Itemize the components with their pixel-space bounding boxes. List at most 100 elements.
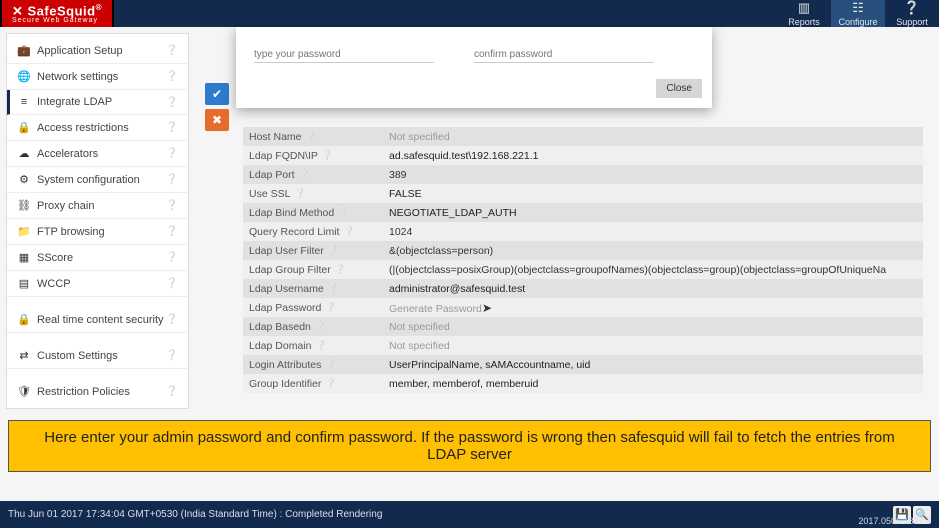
help-icon[interactable]: ❔	[299, 169, 310, 180]
form-row: Ldap Port ❔389	[243, 165, 923, 184]
form-row: Ldap Bind Method ❔NEGOTIATE_LDAP_AUTH	[243, 203, 923, 222]
sidebar-label: Accelerators	[37, 148, 98, 160]
help-icon[interactable]: ❔	[325, 302, 336, 313]
sidebar-icon: ⛓	[17, 199, 31, 212]
help-icon[interactable]: ❔	[166, 122, 178, 133]
close-button[interactable]: Close	[656, 79, 702, 98]
form-value: (|(objectclass=posixGroup)(objectclass=g…	[383, 264, 923, 276]
sidebar-icon: 📁	[17, 225, 31, 238]
bar-chart-icon: ▥	[798, 0, 810, 16]
sidebar-item[interactable]: ▦SScore❔	[7, 245, 188, 271]
sidebar: 💼Application Setup❔ 🌐 Network settings ❔ ≡ In…	[6, 33, 189, 409]
sidebar-label: Integrate LDAP	[37, 96, 112, 108]
brand-badge: ✕ SafeSquid® Secure Web Gateway	[0, 0, 114, 27]
status-text: Thu Jun 01 2017 17:34:04 GMT+0530 (India…	[8, 509, 382, 520]
sidebar-icon: 🔒	[17, 121, 31, 134]
nav-support[interactable]: ❔Support	[885, 0, 939, 27]
form-row: Login Attributes ❔UserPrincipalName, sAM…	[243, 355, 923, 374]
ldap-form: Host Name ❔Not specifiedLdap FQDN\IP ❔ad…	[243, 127, 923, 393]
help-icon[interactable]: ❔	[166, 174, 178, 185]
sidebar-item[interactable]: ⛓Proxy chain❔	[7, 193, 188, 219]
form-label: Query Record Limit ❔	[243, 226, 383, 238]
form-label: Use SSL ❔	[243, 188, 383, 200]
help-icon[interactable]: ❔	[338, 207, 349, 218]
form-value: member, memberof, memberuid	[383, 378, 923, 390]
sidebar-item[interactable]: ≡ Integrate LDAP ❔	[7, 90, 188, 115]
help-icon[interactable]: ❔	[328, 245, 339, 256]
help-icon[interactable]: ❔	[166, 97, 178, 108]
help-icon[interactable]: ❔	[325, 359, 336, 370]
help-icon[interactable]: ❔	[325, 378, 336, 389]
sidebar-label: Custom Settings	[37, 350, 118, 362]
help-icon[interactable]: ❔	[166, 45, 178, 56]
form-row: Host Name ❔Not specified	[243, 127, 923, 146]
help-icon[interactable]: ❔	[166, 252, 178, 263]
cancel-button[interactable]: ✖	[205, 109, 229, 131]
sidebar-label: System configuration	[37, 174, 140, 186]
sidebar-item[interactable]: ▤WCCP❔	[7, 271, 188, 297]
help-icon[interactable]: ❔	[166, 278, 178, 289]
help-icon[interactable]: ❔	[343, 226, 354, 237]
help-icon[interactable]: ❔	[322, 150, 333, 161]
help-icon[interactable]: ❔	[166, 226, 178, 237]
sidebar-item[interactable]: 📁 FTP browsing ❔	[7, 219, 188, 245]
sidebar-item[interactable]: 🛡Restriction Policies❔	[7, 379, 188, 404]
form-value: NEGOTIATE_LDAP_AUTH	[383, 207, 923, 219]
help-icon[interactable]: ❔	[306, 131, 317, 142]
sidebar-icon: ⚙	[17, 173, 31, 186]
sidebar-label: Real time content security	[37, 314, 164, 326]
nav-reports[interactable]: ▥Reports	[777, 0, 831, 27]
form-label: Ldap Domain ❔	[243, 340, 383, 352]
sidebar-icon: 🌐	[17, 70, 31, 83]
sidebar-label: Restriction Policies	[37, 386, 130, 398]
help-icon[interactable]: ❔	[315, 340, 326, 351]
sidebar-label: Network settings	[37, 71, 118, 83]
help-icon[interactable]: ❔	[166, 71, 178, 82]
form-value: Generate Password➤	[383, 301, 923, 315]
form-label: Group Identifier ❔	[243, 378, 383, 390]
action-buttons: ✔ ✖	[205, 83, 229, 135]
form-row: Ldap User Filter ❔&(objectclass=person)	[243, 241, 923, 260]
sidebar-icon: ⇄	[17, 349, 31, 362]
nav-configure[interactable]: ☷Configure	[831, 0, 885, 27]
help-icon[interactable]: ❔	[315, 321, 326, 332]
check-button[interactable]: ✔	[205, 83, 229, 105]
form-label: Ldap User Filter ❔	[243, 245, 383, 257]
help-icon[interactable]: ❔	[166, 386, 178, 397]
form-label: Login Attributes ❔	[243, 359, 383, 371]
form-label: Ldap Basedn ❔	[243, 321, 383, 333]
confirm-password-input[interactable]	[474, 47, 654, 63]
sidebar-icon: 💼	[17, 44, 31, 57]
sidebar-item[interactable]: 💼Application Setup❔	[7, 38, 188, 64]
password-input[interactable]	[254, 47, 434, 63]
form-value: Not specified	[383, 340, 923, 352]
form-label: Host Name ❔	[243, 131, 383, 143]
help-icon[interactable]: ❔	[166, 350, 178, 361]
send-icon[interactable]: ➤	[482, 301, 492, 315]
topbar: ✕ SafeSquid® Secure Web Gateway ▥Reports…	[0, 0, 939, 27]
help-icon[interactable]: ❔	[166, 148, 178, 159]
sidebar-item[interactable]: 🔒Access restrictions❔	[7, 115, 188, 141]
form-label: Ldap Password ❔	[243, 302, 383, 314]
sidebar-item[interactable]: 🔒Real time content security❔	[7, 307, 188, 333]
sidebar-item[interactable]: 🌐 Network settings ❔	[7, 64, 188, 90]
help-icon[interactable]: ❔	[294, 188, 305, 199]
form-row: Group Identifier ❔member, memberof, memb…	[243, 374, 923, 393]
form-label: Ldap Username ❔	[243, 283, 383, 295]
sidebar-item[interactable]: ☁Accelerators❔	[7, 141, 188, 167]
form-value: 1024	[383, 226, 923, 238]
sidebar-item[interactable]: ⇄ Custom Settings ❔	[7, 343, 188, 369]
form-row: Ldap Password ❔Generate Password➤	[243, 298, 923, 317]
form-row: Query Record Limit ❔1024	[243, 222, 923, 241]
sidebar-item[interactable]: ⚙ System configuration ❔	[7, 167, 188, 193]
password-modal: Close	[236, 27, 712, 108]
form-label: Ldap FQDN\IP ❔	[243, 150, 383, 162]
help-icon[interactable]: ❔	[166, 200, 178, 211]
help-icon[interactable]: ❔	[166, 314, 178, 325]
help-icon[interactable]: ❔	[328, 283, 339, 294]
status-bar: Thu Jun 01 2017 17:34:04 GMT+0530 (India…	[0, 501, 939, 528]
help-icon[interactable]: ❔	[335, 264, 346, 275]
sidebar-icon: ≡	[17, 96, 31, 108]
help-icon: ❔	[904, 0, 920, 16]
sidebar-label: FTP browsing	[37, 226, 105, 238]
